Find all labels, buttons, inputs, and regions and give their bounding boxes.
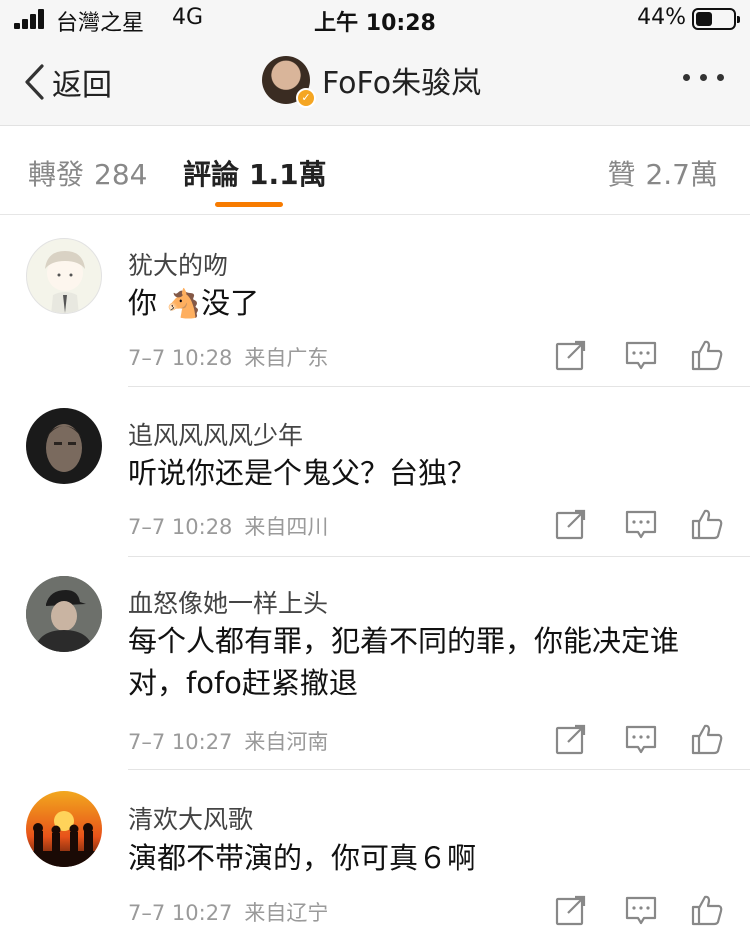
comment-text-part: 没了 — [201, 286, 260, 320]
thumbs-up-icon[interactable] — [690, 338, 724, 372]
comment-text: 你 🐴没了 — [128, 282, 728, 325]
comment-meta: 7–7 10:28 来自四川 — [128, 511, 328, 541]
share-icon[interactable] — [554, 507, 588, 541]
comment-meta: 7–7 10:28 来自广东 — [128, 342, 328, 372]
comment-meta: 7–7 10:27 来自河南 — [128, 726, 328, 756]
avatar[interactable] — [26, 576, 102, 652]
tab-likes[interactable]: 贊 2.7萬 — [607, 153, 718, 193]
comment-author[interactable]: 犹大的吻 — [128, 246, 228, 282]
reply-icon[interactable] — [624, 338, 658, 372]
comment-author[interactable]: 血怒像她一样上头 — [128, 584, 328, 620]
comment-text-part: 你 — [128, 286, 167, 320]
divider — [128, 556, 750, 557]
horse-emoji-icon: 🐴 — [166, 287, 202, 320]
tab-repost[interactable]: 轉發 284 — [28, 153, 147, 193]
battery-icon — [692, 8, 740, 30]
divider — [128, 769, 750, 770]
avatar[interactable] — [26, 238, 102, 314]
page-title: FoFo朱骏岚 — [322, 66, 482, 101]
comment-location: 来自河南 — [244, 730, 329, 754]
comment-author[interactable]: 清欢大风歌 — [128, 800, 253, 836]
comment-actions — [554, 893, 724, 927]
tab-count: 2.7萬 — [645, 158, 718, 191]
profile-header[interactable]: ✓ FoFo朱骏岚 — [262, 56, 482, 108]
active-tab-indicator — [215, 202, 283, 207]
reply-icon[interactable] — [624, 893, 658, 927]
chevron-left-icon — [25, 64, 44, 100]
thumbs-up-icon[interactable] — [690, 722, 724, 756]
back-button[interactable]: 返回 — [22, 62, 112, 103]
avatar[interactable] — [26, 408, 102, 484]
tab-label: 評論 — [183, 158, 240, 191]
thumbs-up-icon[interactable] — [690, 893, 724, 927]
reply-icon[interactable] — [624, 507, 658, 541]
tab-count: 1.1萬 — [249, 158, 327, 191]
comment-actions — [554, 507, 724, 541]
comment-location: 来自四川 — [244, 515, 329, 539]
battery-percent: 44% — [637, 5, 686, 30]
comment-text: 演都不带演的，你可真６啊 — [128, 841, 477, 875]
status-bar: 台灣之星 4G 上午 10:28 44% — [0, 0, 750, 38]
tab-label: 贊 — [607, 158, 636, 191]
avatar[interactable] — [26, 791, 102, 867]
comment-actions — [554, 722, 724, 756]
comment-location: 来自辽宁 — [244, 901, 329, 925]
tab-label: 轉發 — [28, 158, 85, 191]
verified-badge-icon: ✓ — [296, 88, 316, 108]
back-label: 返回 — [52, 68, 112, 103]
divider — [128, 386, 750, 387]
tab-bar: 轉發 284 評論 1.1萬 贊 2.7萬 — [0, 127, 750, 215]
comment-location: 来自广东 — [244, 346, 329, 370]
comment-time: 7–7 10:27 — [128, 901, 233, 925]
comment-time: 7–7 10:27 — [128, 730, 233, 754]
comment-text: 每个人都有罪，犯着不同的罪，你能决定谁对，fofo赶紧撤退 — [128, 624, 680, 700]
comment-time: 7–7 10:28 — [128, 346, 233, 370]
share-icon[interactable] — [554, 893, 588, 927]
comment-author[interactable]: 追风风风风少年 — [128, 416, 303, 452]
comment-text: 听说你还是个鬼父？台独？ — [128, 456, 477, 490]
comment-meta: 7–7 10:27 来自辽宁 — [128, 897, 328, 927]
share-icon[interactable] — [554, 722, 588, 756]
tab-comments[interactable]: 評論 1.1萬 — [183, 153, 327, 193]
share-icon[interactable] — [554, 338, 588, 372]
comment-actions — [554, 338, 724, 372]
avatar[interactable]: ✓ — [262, 56, 316, 108]
more-options-icon[interactable] — [683, 74, 724, 81]
tab-count: 284 — [94, 158, 148, 191]
comment-time: 7–7 10:28 — [128, 515, 233, 539]
nav-bar: 返回 ✓ FoFo朱骏岚 — [0, 38, 750, 126]
thumbs-up-icon[interactable] — [690, 507, 724, 541]
reply-icon[interactable] — [624, 722, 658, 756]
